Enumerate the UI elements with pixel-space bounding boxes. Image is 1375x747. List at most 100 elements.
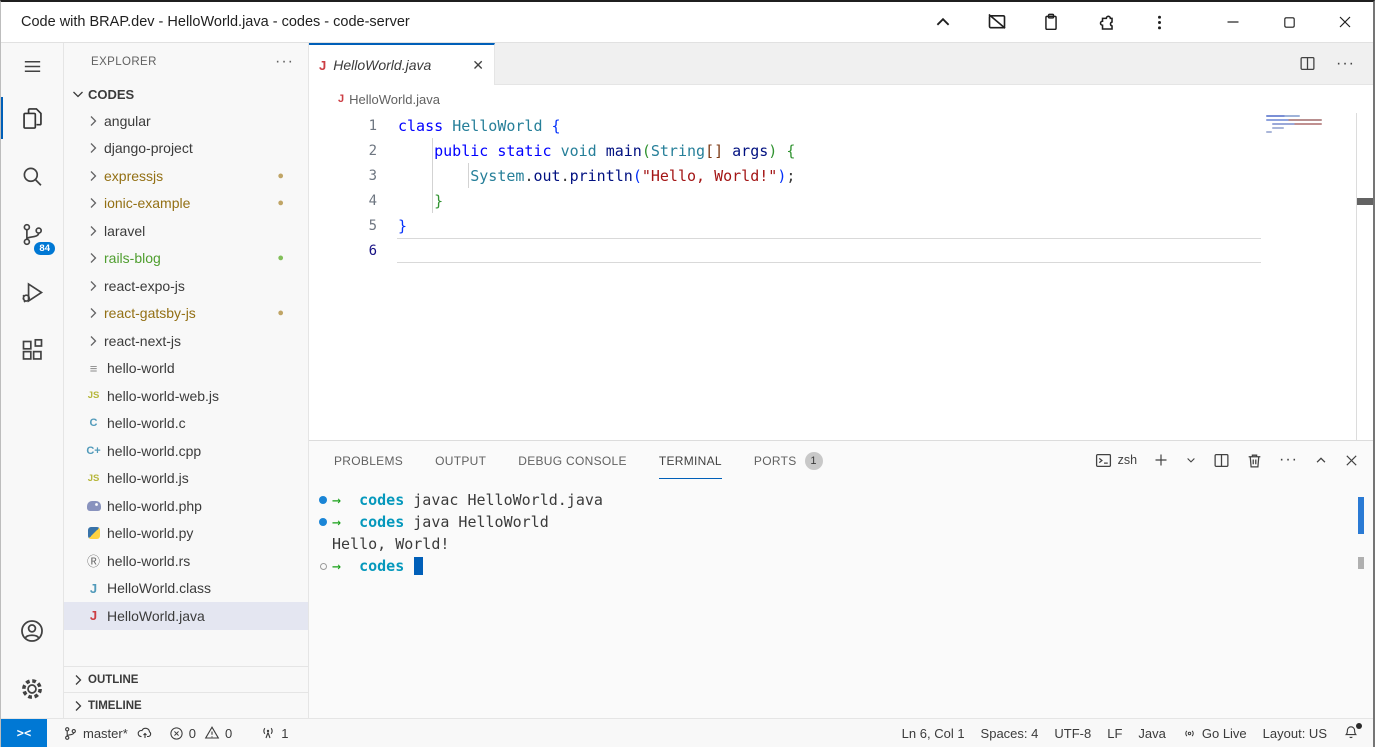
terminal-output[interactable]: → codes javac HelloWorld.java→ codes jav… (309, 479, 1373, 718)
keyboard-layout-status[interactable]: Layout: US (1255, 719, 1335, 747)
bottom-panel: PROBLEMS OUTPUT DEBUG CONSOLE TERMINAL PORTS… (309, 440, 1373, 718)
tab-label: HelloWorld.java (333, 57, 431, 73)
editor-scrollbar[interactable] (1356, 113, 1373, 440)
panel-tab-problems[interactable]: PROBLEMS (334, 441, 403, 479)
code-editor[interactable]: 1class HelloWorld {2 public static void … (309, 113, 1373, 440)
breadcrumb-file[interactable]: HelloWorld.java (349, 92, 440, 107)
panel-tab-badge: 1 (805, 452, 823, 470)
code-line-5[interactable]: 5} (309, 213, 1373, 238)
close-panel-icon[interactable] (1344, 453, 1359, 468)
indent-guide (432, 188, 433, 213)
folder-rails-blog[interactable]: rails-blog● (64, 245, 308, 273)
terminal-dropdown-chevron-icon[interactable] (1185, 454, 1197, 466)
code-line-1[interactable]: 1class HelloWorld { (309, 113, 1373, 138)
folder-django-project[interactable]: django-project (64, 135, 308, 163)
chevron-up-icon[interactable] (931, 10, 955, 34)
sidebar-title: EXPLORER (91, 56, 157, 68)
file-HelloWorld.java[interactable]: JHelloWorld.java (64, 602, 308, 630)
file-hello-world.rs[interactable]: Ⓡhello-world.rs (64, 547, 308, 575)
folder-ionic-example[interactable]: ionic-example● (64, 190, 308, 218)
current-line-highlight (397, 238, 1261, 263)
maximize-panel-chevron-icon[interactable] (1314, 453, 1328, 467)
file-HelloWorld.class[interactable]: JHelloWorld.class (64, 575, 308, 603)
prompt-arrow: → (332, 557, 359, 575)
workspace-section-codes[interactable]: CODES (64, 81, 308, 107)
eol-status[interactable]: LF (1099, 719, 1130, 747)
java-file-icon: J (85, 608, 102, 624)
timeline-pane-header[interactable]: TIMELINE (64, 692, 308, 718)
problems-status[interactable]: 0 0 (161, 719, 240, 747)
minimap-line (1272, 127, 1284, 129)
panel-tab-debug-console[interactable]: DEBUG CONSOLE (518, 441, 627, 479)
warning-count: 0 (225, 726, 232, 741)
code-text: System.out.println("Hello, World!"); (398, 167, 795, 185)
indentation-status[interactable]: Spaces: 4 (973, 719, 1047, 747)
file-hello-world.c[interactable]: Chello-world.c (64, 410, 308, 438)
notification-dot (1356, 723, 1362, 729)
code-line-6[interactable]: 6 (309, 238, 1373, 263)
split-terminal-icon[interactable] (1213, 452, 1230, 469)
remote-indicator[interactable]: >< (1, 719, 47, 747)
file-hello-world.cpp[interactable]: C+hello-world.cpp (64, 437, 308, 465)
panel-tab-terminal[interactable]: TERMINAL (659, 441, 722, 479)
clipboard-icon[interactable] (1039, 10, 1063, 34)
folder-expressjs[interactable]: expressjs● (64, 162, 308, 190)
folder-angular[interactable]: angular (64, 107, 308, 135)
cursor-position-status[interactable]: Ln 6, Col 1 (894, 719, 973, 747)
overview-ruler-marker (1357, 198, 1373, 205)
terminal-shell-selector[interactable]: zsh (1095, 452, 1137, 469)
ports-status[interactable]: 1 (252, 719, 296, 747)
folder-react-expo-js[interactable]: react-expo-js (64, 272, 308, 300)
file-hello-world-web.js[interactable]: JShello-world-web.js (64, 382, 308, 410)
code-line-4[interactable]: 4 } (309, 188, 1373, 213)
notifications-bell[interactable] (1335, 719, 1367, 747)
tab-close-icon[interactable]: ✕ (472, 57, 484, 74)
run-debug-icon[interactable] (1, 263, 63, 321)
panel-tab-label: DEBUG CONSOLE (518, 454, 627, 468)
js-file-icon: JS (85, 388, 102, 404)
tab-helloworld-java[interactable]: J HelloWorld.java ✕ (309, 43, 495, 85)
titlebar: Code with BRAP.dev - HelloWorld.java - c… (1, 2, 1373, 43)
language-mode-status[interactable]: Java (1130, 719, 1173, 747)
code-line-3[interactable]: 3 System.out.println("Hello, World!"); (309, 163, 1373, 188)
prompt-arrow: → (332, 513, 359, 531)
menu-hamburger-icon[interactable] (1, 43, 63, 89)
settings-gear-icon[interactable] (1, 660, 63, 718)
go-live-status[interactable]: Go Live (1174, 719, 1255, 747)
panel-tab-ports[interactable]: PORTS1 (754, 441, 823, 479)
screen-share-off-icon[interactable] (985, 10, 1009, 34)
source-control-icon[interactable]: 84 (1, 205, 63, 263)
extensions-icon[interactable] (1, 321, 63, 379)
file-hello-world[interactable]: ≡hello-world (64, 355, 308, 383)
file-hello-world.py[interactable]: hello-world.py (64, 520, 308, 548)
account-icon[interactable] (1, 602, 63, 660)
new-terminal-icon[interactable] (1153, 452, 1169, 468)
folder-react-gatsby-js[interactable]: react-gatsby-js● (64, 300, 308, 328)
error-icon (169, 726, 184, 741)
tree-item-label: react-gatsby-js (104, 305, 196, 321)
kill-terminal-trash-icon[interactable] (1246, 452, 1263, 469)
file-hello-world.js[interactable]: JShello-world.js (64, 465, 308, 493)
kebab-menu-icon[interactable] (1147, 10, 1171, 34)
file-hello-world.php[interactable]: hello-world.php (64, 492, 308, 520)
tree-item-label: laravel (104, 223, 145, 239)
panel-tab-output[interactable]: OUTPUT (435, 441, 486, 479)
split-editor-icon[interactable] (1299, 55, 1316, 72)
minimize-button[interactable] (1205, 2, 1261, 42)
maximize-button[interactable] (1261, 2, 1317, 42)
folder-laravel[interactable]: laravel (64, 217, 308, 245)
chevron-right-icon (85, 305, 102, 321)
outline-pane-header[interactable]: OUTLINE (64, 666, 308, 692)
minimap-line (1266, 119, 1322, 121)
tree-item-label: hello-world.js (107, 470, 189, 486)
extensions-puzzle-icon[interactable] (1093, 10, 1117, 34)
code-line-2[interactable]: 2 public static void main(String[] args)… (309, 138, 1373, 163)
search-icon[interactable] (1, 147, 63, 205)
git-branch-status[interactable]: master* (55, 719, 161, 747)
encoding-status[interactable]: UTF-8 (1046, 719, 1099, 747)
command-success-dot (319, 496, 327, 504)
close-window-button[interactable] (1317, 2, 1373, 42)
minimap[interactable] (1266, 115, 1354, 135)
explorer-icon[interactable] (1, 89, 63, 147)
folder-react-next-js[interactable]: react-next-js (64, 327, 308, 355)
